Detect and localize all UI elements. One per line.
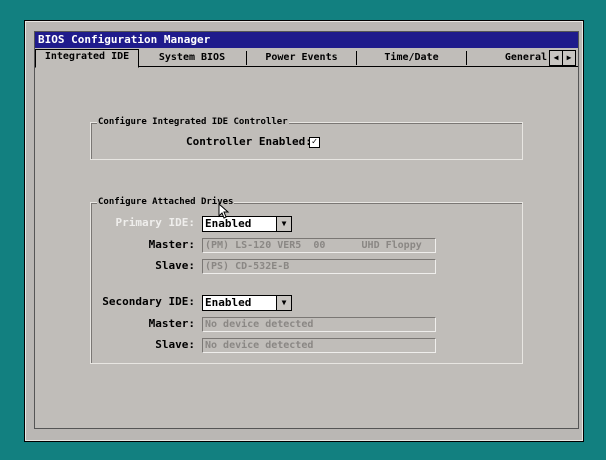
- dropdown-arrow-icon[interactable]: ▼: [276, 217, 291, 231]
- controller-enabled-label: Controller Enabled:: [186, 135, 312, 148]
- primary-master-label: Master:: [148, 238, 195, 251]
- drives-group: Configure Attached Drives Primary IDE: E…: [90, 196, 523, 364]
- bios-window: BIOS Configuration Manager Integrated ID…: [34, 31, 579, 429]
- tab-time-date[interactable]: Time/Date: [357, 51, 467, 65]
- controller-group-legend: Configure Integrated IDE Controller: [97, 116, 289, 128]
- tab-scroll-right-icon[interactable]: ▶: [562, 50, 576, 66]
- tab-system-bios[interactable]: System BIOS: [138, 51, 247, 65]
- secondary-ide-label: Secondary IDE:: [102, 295, 195, 308]
- tab-general[interactable]: General: [467, 51, 547, 65]
- controller-enabled-checkbox[interactable]: ✓: [309, 137, 320, 148]
- primary-slave-field: (PS) CD-532E-B: [202, 259, 436, 274]
- bios-window-frame: BIOS Configuration Manager Integrated ID…: [24, 20, 584, 442]
- tab-bar: Integrated IDE System BIOS Power Events …: [35, 49, 578, 68]
- secondary-slave-field: No device detected: [202, 338, 436, 353]
- tab-power-events[interactable]: Power Events: [247, 51, 357, 65]
- secondary-slave-label: Slave:: [155, 338, 195, 351]
- primary-master-field: (PM) LS-120 VER5 00 UHD Floppy: [202, 238, 436, 253]
- tab-integrated-ide[interactable]: Integrated IDE: [35, 49, 139, 68]
- primary-slave-label: Slave:: [155, 259, 195, 272]
- mouse-pointer-icon: [218, 203, 230, 219]
- primary-ide-select[interactable]: Enabled ▼: [202, 216, 292, 232]
- secondary-master-label: Master:: [148, 317, 195, 330]
- secondary-master-field: No device detected: [202, 317, 436, 332]
- tab-scroll-left-icon[interactable]: ◀: [549, 50, 563, 66]
- drives-group-legend: Configure Attached Drives: [97, 196, 235, 208]
- primary-ide-label: Primary IDE:: [115, 216, 195, 229]
- secondary-ide-select[interactable]: Enabled ▼: [202, 295, 292, 311]
- window-title: BIOS Configuration Manager: [35, 32, 578, 48]
- secondary-ide-value: Enabled: [205, 296, 252, 309]
- controller-group: Configure Integrated IDE Controller Cont…: [90, 116, 523, 160]
- dropdown-arrow-icon[interactable]: ▼: [276, 296, 291, 310]
